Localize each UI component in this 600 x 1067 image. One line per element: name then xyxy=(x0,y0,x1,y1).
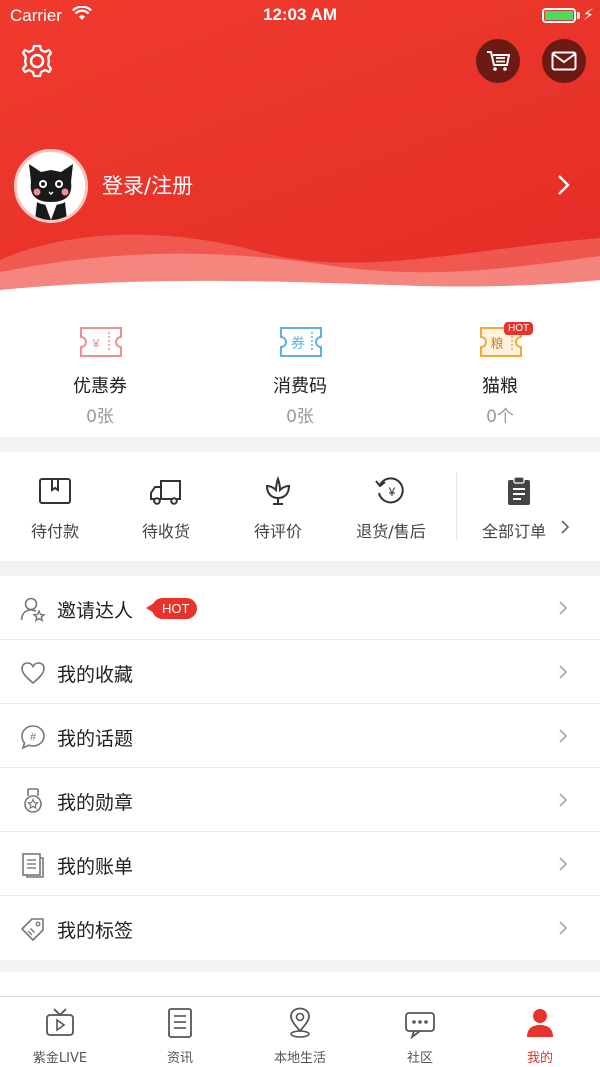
all-orders-label: 全部订单 xyxy=(482,522,547,541)
menu-item-bills[interactable]: 我的账单 xyxy=(0,832,600,896)
menu-item-label: 我的收藏 xyxy=(57,664,134,686)
order-pending-receipt[interactable]: 待收货 xyxy=(111,452,221,561)
tab-label: 本地生活 xyxy=(273,1051,326,1066)
truck-icon xyxy=(150,480,181,505)
stat-count: 0张 xyxy=(286,407,314,427)
cart-icon xyxy=(487,51,510,71)
login-register-link[interactable]: 登录/注册 xyxy=(102,170,193,200)
chevron-right-icon xyxy=(559,665,568,679)
tab-label: 社区 xyxy=(406,1051,433,1066)
chevron-right-icon xyxy=(559,729,568,743)
cart-button[interactable] xyxy=(476,39,520,83)
battery-icon xyxy=(542,8,576,23)
profile-header: Carrier 12:03 AM ⚡ 登录/注册 xyxy=(0,0,600,300)
svg-text:粮: 粮 xyxy=(490,337,503,352)
tab-community[interactable]: 社区 xyxy=(360,997,480,1067)
chevron-right-icon[interactable] xyxy=(556,173,572,197)
wallet-stats: ¥ 优惠券 0张 券 消费码 0张 粮 猫粮 0个 xyxy=(0,300,600,437)
menu-item-favorites[interactable]: 我的收藏 xyxy=(0,640,600,704)
menu-item-medals[interactable]: 我的勋章 xyxy=(0,768,600,832)
tab-news[interactable]: 资讯 xyxy=(120,997,240,1067)
menu-item-invite[interactable]: 邀请达人 HOT xyxy=(0,576,600,640)
all-orders-button[interactable]: 全部订单 xyxy=(460,452,600,561)
order-refund[interactable]: ¥ 退货/售后 xyxy=(336,452,446,561)
stat-count: 0个 xyxy=(486,407,514,427)
heart-icon xyxy=(21,662,45,685)
menu-item-label: 我的账单 xyxy=(57,856,134,878)
clock: 12:03 AM xyxy=(262,5,337,24)
clipboard-icon xyxy=(508,476,530,505)
mail-icon xyxy=(551,51,577,71)
next-section-peek xyxy=(0,972,600,996)
coupon-icon: ¥ xyxy=(80,327,122,357)
stat-count: 0张 xyxy=(86,407,114,427)
svg-text:¥: ¥ xyxy=(91,336,100,351)
menu-item-label: 我的标签 xyxy=(57,920,134,942)
stat-cat-food[interactable]: 粮 猫粮 0个 xyxy=(400,300,600,437)
topic-icon: # xyxy=(21,725,45,750)
menu-item-tags[interactable]: 我的标签 xyxy=(0,896,600,960)
menu-item-label: 我的勋章 xyxy=(57,792,134,814)
wallet-icon xyxy=(39,478,71,504)
order-label: 待收货 xyxy=(141,522,190,541)
order-label: 待评价 xyxy=(253,522,302,541)
stat-voucher[interactable]: 券 消费码 0张 xyxy=(200,300,400,437)
tab-label: 紫金LIVE xyxy=(32,1051,88,1066)
medal-icon xyxy=(24,788,42,813)
chevron-right-icon xyxy=(559,857,568,871)
order-pending-payment[interactable]: 待付款 xyxy=(0,452,110,561)
tab-mine[interactable]: 我的 xyxy=(480,997,600,1067)
message-button[interactable] xyxy=(542,39,586,83)
community-icon xyxy=(405,1012,435,1039)
settings-icon[interactable] xyxy=(18,42,56,80)
cat-avatar-icon xyxy=(17,152,85,220)
tab-live[interactable]: 紫金LIVE xyxy=(0,997,120,1067)
tv-icon xyxy=(46,1008,74,1036)
location-icon xyxy=(290,1007,310,1038)
battery-tip xyxy=(577,12,580,19)
stat-label: 消费码 xyxy=(273,376,327,397)
svg-text:#: # xyxy=(30,732,37,744)
header-wave xyxy=(0,234,600,300)
tab-label: 资讯 xyxy=(166,1051,193,1066)
hot-tag: HOT xyxy=(145,598,198,619)
stat-coupon[interactable]: ¥ 优惠券 0张 xyxy=(0,300,200,437)
order-label: 待付款 xyxy=(30,522,79,541)
voucher-icon: 券 xyxy=(280,327,322,357)
order-label: 退货/售后 xyxy=(356,522,426,541)
tab-local-life[interactable]: 本地生活 xyxy=(240,997,360,1067)
chevron-right-icon xyxy=(559,793,568,807)
menu-item-label: 邀请达人 xyxy=(57,600,134,622)
stat-label: 优惠券 xyxy=(73,376,127,397)
chevron-right-icon xyxy=(561,520,570,534)
user-icon xyxy=(527,1009,553,1037)
menu-item-label: 我的话题 xyxy=(57,728,134,750)
menu-list: 邀请达人 HOT 我的收藏 # 我的话题 我的勋章 我的账单 我的标签 xyxy=(0,576,600,960)
status-bar: Carrier 12:03 AM ⚡ xyxy=(0,0,600,32)
news-icon xyxy=(168,1008,192,1038)
invite-user-icon xyxy=(20,597,46,622)
tab-label: 我的 xyxy=(526,1051,553,1066)
flower-icon xyxy=(265,476,291,505)
bill-icon xyxy=(22,853,44,878)
hot-badge: HOT xyxy=(504,322,534,335)
order-pending-review[interactable]: 待评价 xyxy=(223,452,333,561)
menu-item-topics[interactable]: # 我的话题 xyxy=(0,704,600,768)
order-shortcuts: 待付款 待收货 待评价 ¥ 退货/售后 全部订单 xyxy=(0,452,600,561)
chevron-right-icon xyxy=(559,921,568,935)
svg-text:券: 券 xyxy=(291,336,305,352)
tag-icon xyxy=(21,918,44,941)
refund-icon: ¥ xyxy=(375,477,404,504)
stat-label: 猫粮 xyxy=(482,376,518,397)
avatar[interactable] xyxy=(14,149,88,223)
chevron-right-icon xyxy=(559,601,568,615)
svg-text:¥: ¥ xyxy=(388,485,396,499)
charging-icon: ⚡ xyxy=(582,5,594,24)
tab-bar: 紫金LIVE 资讯 本地生活 社区 我的 xyxy=(0,996,600,1067)
order-divider xyxy=(456,472,457,540)
